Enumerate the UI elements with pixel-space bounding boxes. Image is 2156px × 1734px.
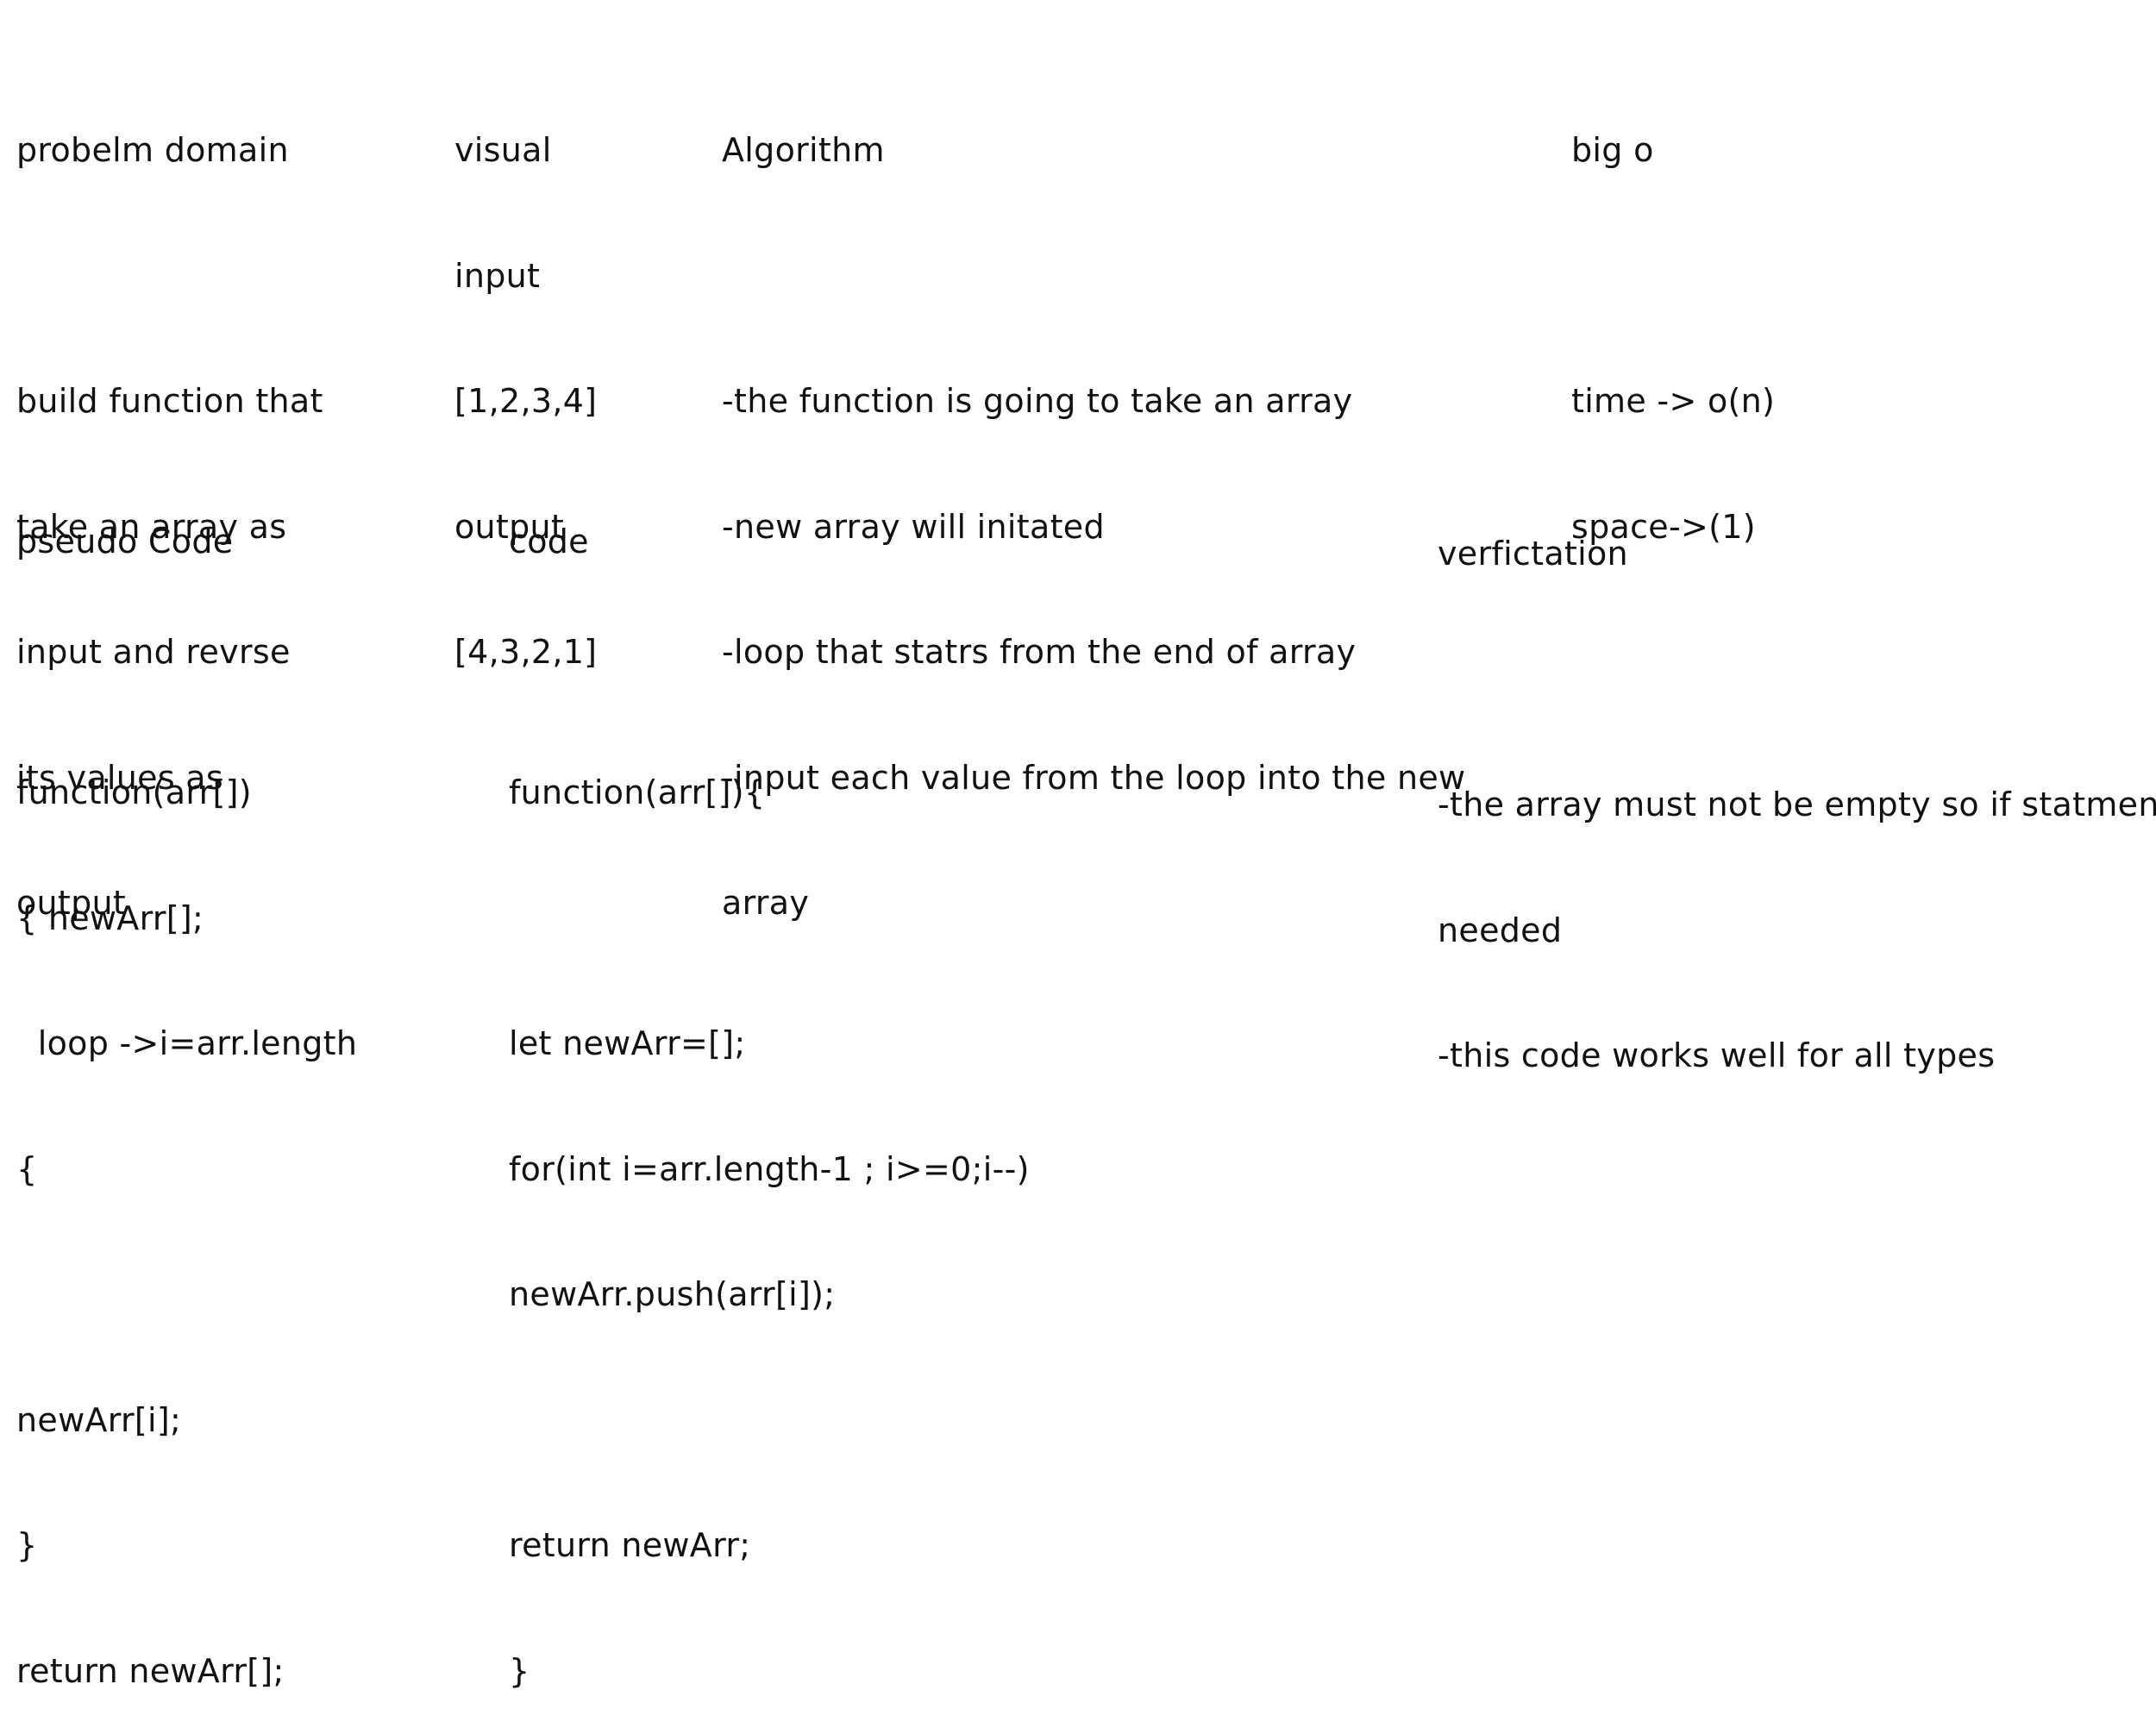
big-o-line: time -> o(n): [1571, 382, 1776, 420]
code-line: let newArr=[];: [509, 1024, 746, 1062]
big-o-heading: big o: [1571, 131, 1654, 169]
algorithm-line: -the function is going to take an array: [722, 382, 1353, 420]
algorithm-line: [722, 255, 1465, 297]
visual-line: input: [454, 256, 541, 295]
visual-heading: visual: [454, 131, 552, 169]
verification-section: verfictation -the array must not be empt…: [1438, 449, 2156, 1118]
code-line: return newArr;: [509, 1526, 751, 1564]
verification-line: needed: [1438, 911, 1563, 949]
problem-domain-line: build function that: [16, 382, 323, 420]
pseudo-code-line: { newArr[];: [16, 898, 204, 937]
code-line: for(int i=arr.length-1 ; i>=0;i--): [509, 1149, 1030, 1188]
pseudo-code-line: return newArr[];: [16, 1651, 285, 1690]
pseudo-code-section: pseudo Code function(arr[]) { newArr[]; …: [16, 437, 357, 1734]
code-heading: code: [509, 523, 589, 560]
verification-line: -the array must not be empty so if statm…: [1438, 786, 2156, 823]
pseudo-code-line: }: [16, 1526, 38, 1564]
code-line: }: [509, 1651, 530, 1690]
pseudo-code-heading: pseudo Code: [16, 523, 234, 560]
code-section: code function(arr[]){ let newArr=[]; for…: [509, 437, 1030, 1734]
problem-domain-line: [16, 255, 323, 297]
problem-domain-heading: probelm domain: [16, 131, 289, 169]
algorithm-heading: Algorithm: [722, 131, 885, 169]
verification-heading: verfictation: [1438, 535, 1628, 573]
pseudo-code-line: loop ->i=arr.length: [16, 1024, 358, 1062]
pseudo-code-line: function(arr[]): [16, 773, 252, 811]
pseudo-code-line: {: [16, 1149, 38, 1188]
code-line: function(arr[]){: [509, 773, 766, 811]
pseudo-code-line: newArr[i];: [16, 1400, 182, 1439]
visual-line: [1,2,3,4]: [454, 382, 598, 420]
code-line: newArr.push(arr[i]);: [509, 1275, 836, 1313]
pseudo-code-line: [16, 647, 357, 689]
big-o-line: [1571, 255, 1775, 297]
verification-line: -this code works well for all types: [1438, 1036, 1996, 1074]
verification-line: [1438, 659, 2156, 701]
pseudo-code-line: [16, 1274, 357, 1316]
